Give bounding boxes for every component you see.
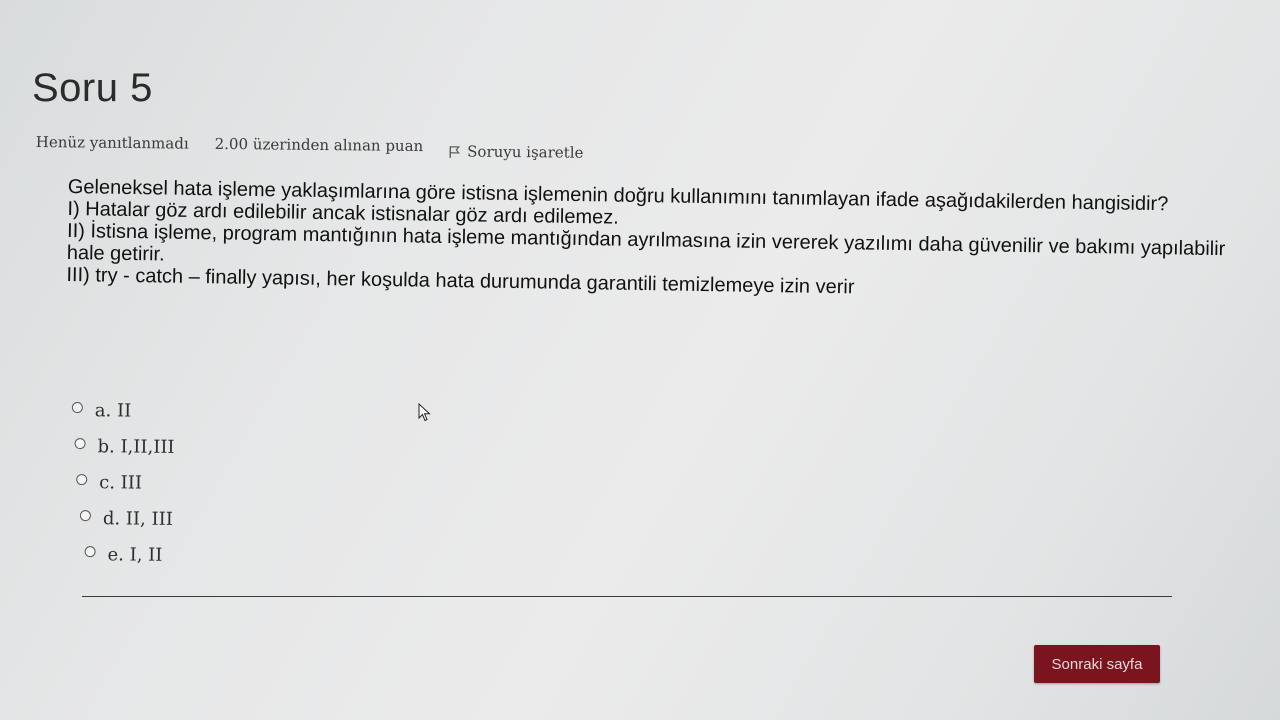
radio-icon[interactable] xyxy=(76,473,88,485)
radio-icon[interactable] xyxy=(84,545,96,557)
answer-option-e[interactable]: e. I, II xyxy=(84,536,173,573)
radio-icon[interactable] xyxy=(79,509,91,521)
answer-label: d. II, III xyxy=(102,507,173,530)
question-status: Henüz yanıtlanmadı xyxy=(35,132,189,153)
answer-option-a[interactable]: a. II xyxy=(71,392,175,429)
answer-label: e. I, II xyxy=(107,543,163,566)
answer-label: b. I,II,III xyxy=(97,435,175,458)
answer-label: a. II xyxy=(94,399,132,422)
flag-icon xyxy=(449,145,461,158)
mouse-pointer-icon xyxy=(418,403,431,422)
question-points: 2.00 üzerinden alınan puan xyxy=(214,134,424,156)
answer-option-c[interactable]: c. III xyxy=(76,464,174,501)
next-page-button[interactable]: Sonraki sayfa xyxy=(1034,645,1160,683)
question-info: Henüz yanıtlanmadı 2.00 üzerinden alınan… xyxy=(36,128,584,162)
flag-question-link[interactable]: Soruyu işaretle xyxy=(449,142,584,162)
answer-label: c. III xyxy=(99,471,143,494)
quiz-page: Soru 5 Henüz yanıtlanmadı 2.00 üzerinden… xyxy=(0,0,1280,720)
answer-option-b[interactable]: b. I,II,III xyxy=(74,428,175,465)
radio-icon[interactable] xyxy=(71,401,83,413)
question-title: Soru 5 xyxy=(32,66,153,110)
section-divider xyxy=(82,596,1172,597)
radio-icon[interactable] xyxy=(74,437,86,449)
question-text: Geleneksel hata işleme yaklaşımlarına gö… xyxy=(66,176,1238,304)
answer-option-d[interactable]: d. II, III xyxy=(79,500,174,537)
flag-question-label: Soruyu işaretle xyxy=(467,142,584,162)
answer-options: a. II b. I,II,III c. III d. II, III e. I… xyxy=(70,392,175,573)
